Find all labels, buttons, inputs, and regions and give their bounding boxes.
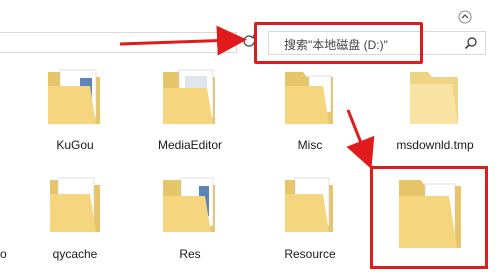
item-label: Res (179, 247, 201, 261)
folder-icon (285, 177, 333, 232)
item-label: KuGou (56, 138, 94, 152)
item-label: MediaEditor (157, 138, 223, 152)
folder-item[interactable]: msdownld.tmp (385, 66, 485, 166)
folder-item[interactable]: MediaEditor (140, 66, 240, 166)
cut-off-label: o (0, 247, 7, 261)
folder-item[interactable]: KuGou (25, 66, 125, 166)
folder-icon (410, 72, 458, 124)
folder-icon (285, 72, 333, 124)
folder-item[interactable]: Misc (260, 66, 360, 166)
chevron-up-icon[interactable] (458, 10, 472, 24)
item-label: qycache (52, 247, 98, 261)
folder-item[interactable]: Res (140, 174, 240, 274)
folder-item[interactable]: Resource (260, 174, 360, 274)
folder-item[interactable]: qycache (25, 174, 125, 274)
folder-icon (50, 177, 100, 232)
item-label: msdownld.tmp (396, 138, 474, 152)
search-highlight-box (254, 22, 423, 64)
item-label: Resource (284, 247, 336, 261)
folder-icon (163, 69, 215, 124)
address-bar[interactable] (0, 32, 237, 53)
folder-icon (48, 69, 100, 124)
folder-item[interactable] (380, 174, 480, 274)
item-label: Misc (297, 138, 323, 152)
folder-icon (163, 177, 215, 232)
search-icon[interactable] (464, 36, 478, 50)
folder-icon (399, 180, 461, 248)
chevron-down-icon[interactable] (230, 37, 239, 46)
